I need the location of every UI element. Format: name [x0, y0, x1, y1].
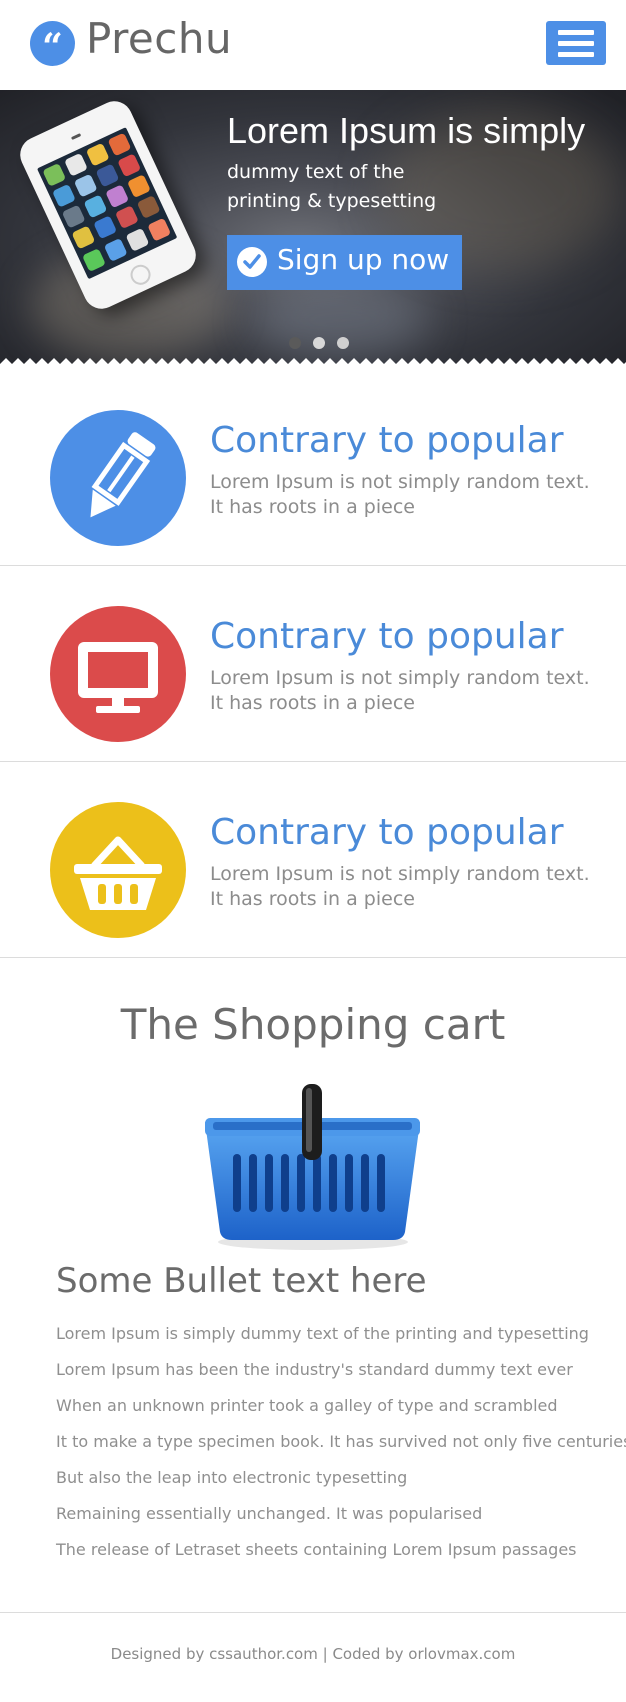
feature-description: Lorem Ipsum is not simply random text. I…	[210, 470, 610, 520]
pencil-icon	[50, 410, 186, 546]
list-item: Lorem Ipsum has been the industry's stan…	[56, 1360, 573, 1379]
brand-name[interactable]: Prechu	[86, 14, 232, 63]
hero-slider: Lorem Ipsum is simply dummy text of the …	[0, 90, 626, 370]
feature-description-line: It has roots in a piece	[210, 888, 415, 910]
shopping-basket-icon	[205, 1084, 420, 1250]
feature-row: Contrary to popular Lorem Ipsum is not s…	[0, 566, 626, 762]
bullet-heading: Some Bullet text here	[56, 1261, 427, 1301]
feature-description-line: Lorem Ipsum is not simply random text.	[210, 863, 590, 885]
hero-title: Lorem Ipsum is simply	[227, 110, 586, 151]
site-header: “ Prechu	[0, 0, 626, 90]
hero-subtitle-line: dummy text of the	[227, 161, 405, 183]
feature-description-line: It has roots in a piece	[210, 496, 415, 518]
slider-dot[interactable]	[289, 337, 301, 349]
list-item: But also the leap into electronic typese…	[56, 1468, 408, 1487]
list-item: The release of Letraset sheets containin…	[56, 1540, 577, 1559]
basket-icon	[50, 802, 186, 938]
feature-row: Contrary to popular Lorem Ipsum is not s…	[0, 762, 626, 958]
feature-description-line: Lorem Ipsum is not simply random text.	[210, 667, 590, 689]
footer-divider	[0, 1612, 626, 1613]
feature-description: Lorem Ipsum is not simply random text. I…	[210, 666, 610, 716]
list-item: When an unknown printer took a galley of…	[56, 1396, 558, 1415]
checkmark-icon	[237, 247, 267, 277]
shopping-cart-heading: The Shopping cart	[120, 1000, 506, 1049]
list-item: It to make a type specimen book. It has …	[56, 1432, 626, 1451]
slider-dot-active[interactable]	[313, 337, 325, 349]
feature-row: Contrary to popular Lorem Ipsum is not s…	[0, 370, 626, 566]
sign-up-button[interactable]: Sign up now	[227, 235, 462, 290]
list-item: Remaining essentially unchanged. It was …	[56, 1504, 483, 1523]
monitor-icon	[50, 606, 186, 742]
footer-credits: Designed by cssauthor.com | Coded by orl…	[110, 1645, 516, 1663]
feature-title: Contrary to popular	[210, 812, 564, 853]
sign-up-label: Sign up now	[277, 243, 450, 276]
slider-dot[interactable]	[337, 337, 349, 349]
feature-title: Contrary to popular	[210, 616, 564, 657]
logo-glyph: “	[42, 26, 63, 68]
hamburger-menu-icon[interactable]	[546, 21, 606, 65]
feature-description: Lorem Ipsum is not simply random text. I…	[210, 862, 610, 912]
feature-title: Contrary to popular	[210, 420, 564, 461]
feature-description-line: It has roots in a piece	[210, 692, 415, 714]
list-item: Lorem Ipsum is simply dummy text of the …	[56, 1324, 589, 1343]
feature-description-line: Lorem Ipsum is not simply random text.	[210, 471, 590, 493]
quote-logo-icon[interactable]: “	[30, 21, 75, 68]
bullet-list: Lorem Ipsum is simply dummy text of the …	[56, 1320, 626, 1572]
hero-subtitle: dummy text of the printing & typesetting	[227, 158, 487, 216]
hero-subtitle-line: printing & typesetting	[227, 190, 437, 212]
